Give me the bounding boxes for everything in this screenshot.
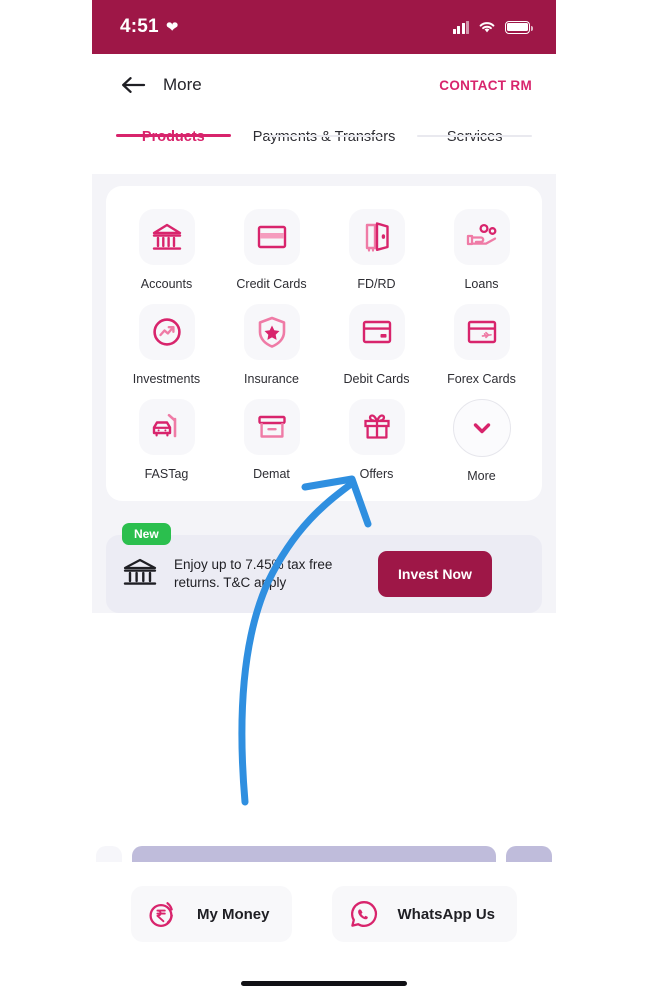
- rupee-coins-icon: [149, 902, 173, 928]
- tab-payments-transfers[interactable]: Payments & Transfers: [249, 116, 400, 146]
- nav-bar: More CONTACT RM: [92, 54, 556, 116]
- carousel-peek[interactable]: [92, 846, 556, 862]
- trend-up-circle-icon: [138, 304, 195, 360]
- grid-item-label: More: [467, 469, 496, 483]
- vault-door-icon: [348, 209, 405, 265]
- bottom-bar: My Money WhatsApp Us: [92, 866, 556, 1000]
- grid-item-investments[interactable]: Investments: [114, 295, 219, 390]
- tab-services[interactable]: Services: [399, 116, 550, 146]
- grid-item-forex-cards[interactable]: Forex Cards: [429, 295, 534, 390]
- status-bar: 4:51 ❤: [92, 0, 556, 54]
- grid-item-label: Credit Cards: [236, 277, 307, 291]
- grid-item-label: Demat: [253, 467, 290, 481]
- signal-bars-icon: [452, 20, 469, 34]
- home-indicator: [241, 981, 407, 986]
- status-time: 4:51: [120, 16, 159, 37]
- promo-banner[interactable]: New Enjoy up to 7.45% tax free returns. …: [106, 523, 542, 613]
- status-right: [452, 20, 533, 34]
- whatsapp-us-label: WhatsApp Us: [397, 905, 496, 923]
- credit-card-icon: [243, 209, 300, 265]
- carousel-card[interactable]: [132, 846, 496, 862]
- forex-card-plane-icon: [453, 304, 510, 360]
- gift-icon: [348, 399, 405, 455]
- car-toll-barrier-icon: [138, 399, 195, 455]
- grid-item-debit-cards[interactable]: Debit Cards: [324, 295, 429, 390]
- tab-payments-transfers-label: Payments & Transfers: [252, 129, 396, 145]
- status-left: 4:51 ❤: [120, 16, 178, 38]
- wifi-icon: [479, 22, 495, 33]
- invest-now-button[interactable]: Invest Now: [378, 551, 492, 597]
- tab-products-underline: [116, 134, 231, 137]
- my-money-label: My Money: [196, 905, 270, 923]
- bank-building-icon: [120, 555, 160, 594]
- products-grid-card: Accounts Credit Cards FD/RD Loans Invest…: [106, 186, 542, 501]
- tab-payments-transfers-underline: [266, 134, 382, 137]
- tab-products-label: Products: [141, 129, 205, 145]
- grid-item-credit-cards[interactable]: Credit Cards: [219, 200, 324, 295]
- grid-row: Investments Insurance Debit Cards Forex …: [114, 295, 534, 390]
- bank-building-icon: [138, 209, 195, 265]
- status-badge: New: [122, 523, 171, 545]
- my-money-button[interactable]: My Money: [130, 886, 292, 942]
- tab-services-underline: [417, 134, 532, 137]
- shield-star-icon: [243, 304, 300, 360]
- grid-item-more[interactable]: More: [429, 390, 534, 487]
- grid-item-label: Accounts: [140, 277, 193, 291]
- grid-item-offers[interactable]: Offers: [324, 390, 429, 487]
- grid-item-fastag[interactable]: FASTag: [114, 390, 219, 487]
- hand-coins-icon: [453, 209, 510, 265]
- grid-row: Accounts Credit Cards FD/RD Loans: [114, 200, 534, 295]
- grid-item-label: Insurance: [244, 372, 299, 386]
- tab-bar: Products Payments & Transfers Services: [92, 116, 556, 174]
- debit-card-icon: [348, 304, 405, 360]
- grid-item-label: Investments: [132, 372, 201, 386]
- whatsapp-icon: [350, 901, 377, 927]
- grid-item-accounts[interactable]: Accounts: [114, 200, 219, 295]
- nav-left: More: [120, 75, 202, 95]
- grid-item-demat[interactable]: Demat: [219, 390, 324, 487]
- archive-box-icon: [243, 399, 300, 455]
- tab-services-label: Services: [446, 129, 503, 145]
- grid-item-label: Debit Cards: [343, 372, 410, 386]
- promo-text: Enjoy up to 7.45% tax free returns. T&C …: [174, 556, 333, 590]
- contact-rm-link[interactable]: CONTACT RM: [439, 78, 532, 93]
- chevron-down-icon: [452, 399, 511, 457]
- grid-item-label: FASTag: [144, 467, 189, 481]
- battery-icon: [505, 20, 533, 34]
- back-arrow-icon[interactable]: [120, 75, 146, 95]
- tab-products[interactable]: Products: [98, 116, 249, 146]
- grid-item-loans[interactable]: Loans: [429, 200, 534, 295]
- grid-item-label: Forex Cards: [447, 372, 516, 386]
- promo-body: Enjoy up to 7.45% tax free returns. T&C …: [106, 535, 542, 613]
- carousel-card-partial[interactable]: [96, 846, 122, 862]
- grid-item-label: Loans: [464, 277, 499, 291]
- grid-item-label: Offers: [359, 467, 394, 481]
- grid-row: FASTag Demat Offers More: [114, 390, 534, 487]
- grid-item-fd-rd[interactable]: FD/RD: [324, 200, 429, 295]
- grid-item-insurance[interactable]: Insurance: [219, 295, 324, 390]
- grid-item-label: FD/RD: [357, 277, 396, 291]
- page-title: More: [163, 75, 202, 94]
- carousel-card-next[interactable]: [506, 846, 552, 862]
- whatsapp-us-button[interactable]: WhatsApp Us: [331, 886, 517, 942]
- page-content: Accounts Credit Cards FD/RD Loans Invest…: [92, 174, 556, 613]
- heart-icon: ❤: [165, 18, 179, 36]
